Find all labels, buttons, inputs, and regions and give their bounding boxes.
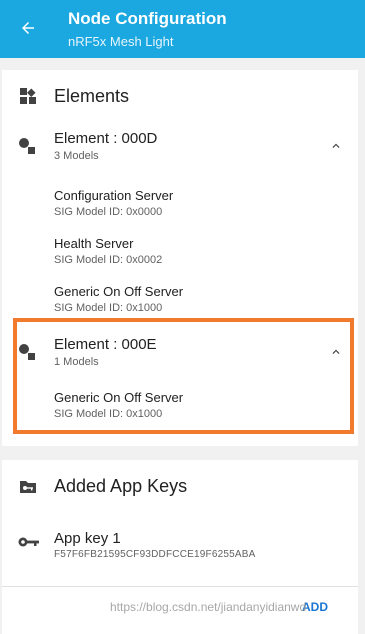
element-row-000d[interactable]: Element : 000D 3 Models xyxy=(2,126,358,172)
app-bar: Node Configuration nRF5x Mesh Light xyxy=(0,0,365,58)
element-icon xyxy=(18,136,38,156)
app-key-value: F57F6FB21595CF93DDFCCE19F6255ABA xyxy=(54,549,256,560)
model-item[interactable]: Configuration Server SIG Model ID: 0x000… xyxy=(54,188,350,228)
divider xyxy=(2,586,358,587)
element-model-count: 3 Models xyxy=(54,150,99,162)
key-folder-icon xyxy=(18,476,38,496)
model-name: Configuration Server xyxy=(54,188,174,203)
model-name: Generic On Off Server xyxy=(54,284,184,299)
back-arrow-icon[interactable] xyxy=(14,14,42,42)
widgets-icon xyxy=(18,86,38,106)
app-key-row[interactable]: App key 1 F57F6FB21595CF93DDFCCE19F6255A… xyxy=(2,524,358,564)
model-id: SIG Model ID: 0x0002 xyxy=(54,254,163,266)
elements-header: Elements xyxy=(2,76,358,116)
app-keys-title: Added App Keys xyxy=(54,475,188,496)
app-keys-header: Added App Keys xyxy=(2,466,358,506)
model-id: SIG Model ID: 0x1000 xyxy=(54,302,163,314)
watermark: https://blog.csdn.net/jiandanyidianwd xyxy=(110,600,307,614)
element-title: Element : 000D xyxy=(54,130,158,147)
key-icon xyxy=(18,534,40,550)
page-subtitle: nRF5x Mesh Light xyxy=(68,34,174,49)
highlight-box xyxy=(13,318,354,434)
model-item[interactable]: Health Server SIG Model ID: 0x0002 xyxy=(54,236,350,276)
app-key-title: App key 1 xyxy=(54,530,121,547)
chevron-up-icon[interactable] xyxy=(326,136,346,156)
elements-title: Elements xyxy=(54,85,130,106)
model-name: Health Server xyxy=(54,236,134,251)
page-title: Node Configuration xyxy=(68,9,227,28)
model-id: SIG Model ID: 0x0000 xyxy=(54,206,163,218)
